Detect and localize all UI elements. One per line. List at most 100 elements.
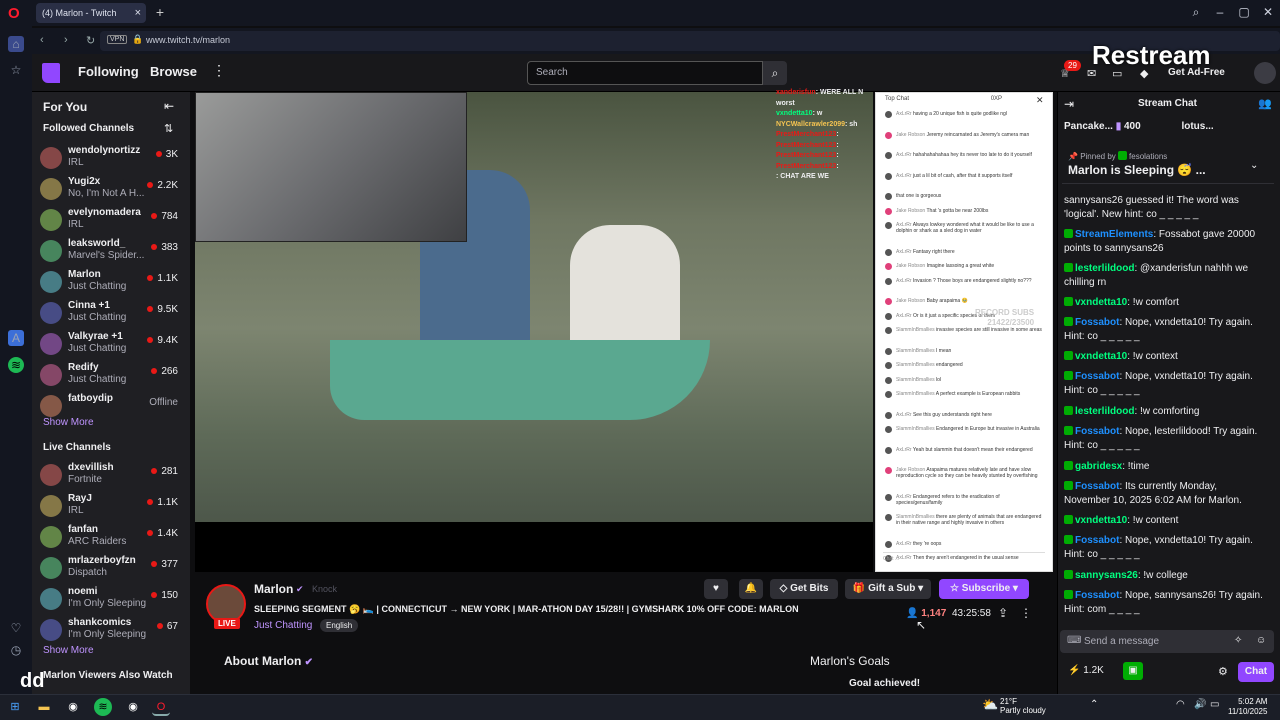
chat-username[interactable]: Fossabot [1075, 481, 1119, 492]
browser-tab[interactable]: (4) Marlon - Twitch × [36, 3, 146, 23]
chat-username[interactable]: Fossabot [1075, 535, 1119, 546]
get-ad-free-button[interactable]: Get Ad-Free [1168, 67, 1225, 78]
notification-bell-icon[interactable]: 🔔 [739, 579, 763, 599]
taskbar-clock[interactable]: 5:02 AM 11/10/2025 [1228, 697, 1267, 717]
nav-following[interactable]: Following [78, 64, 139, 79]
sidebar-channel[interactable]: dxevillish Fortnite 281 [40, 462, 186, 493]
aria-icon[interactable]: A [8, 330, 24, 346]
show-more-followed[interactable]: Show More [43, 417, 94, 428]
search-icon[interactable]: ⌕ [763, 61, 787, 85]
chevron-down-icon[interactable]: ⌄ [1250, 160, 1258, 171]
wifi-icon[interactable]: ◠ [1176, 699, 1185, 710]
sidebar-channel[interactable]: RayJ IRL 1.1K [40, 493, 186, 524]
sidebar-channel[interactable]: wendolynortizz IRL 3K [40, 145, 186, 176]
windows-start-icon[interactable]: ⊞ [6, 698, 24, 716]
sidebar-channel[interactable]: Redify Just Chatting 266 [40, 362, 186, 393]
tray-expand-icon[interactable]: ⌃ [1090, 699, 1098, 710]
sidebar-channel[interactable]: Cinna +1 Just Chatting 9.5K [40, 300, 186, 331]
chat-send-button[interactable]: Chat [1238, 662, 1274, 682]
language-tag[interactable]: English [320, 619, 359, 632]
emote-icon[interactable]: ☺ [1256, 635, 1266, 646]
volume-icon[interactable]: 🔊 [1194, 699, 1206, 710]
back-icon[interactable]: ‹ [40, 34, 44, 46]
url-text[interactable]: www.twitch.tv/marlon [146, 35, 230, 45]
close-window-icon[interactable]: ✕ [1260, 5, 1276, 19]
sort-icon[interactable]: ⇅ [164, 122, 173, 135]
search-tabs-icon[interactable]: ⌕ [1188, 5, 1204, 20]
chat-username[interactable]: Fossabot [1075, 371, 1119, 382]
battery-icon[interactable]: ▭ [1210, 699, 1219, 710]
get-bits-button[interactable]: ◇ Get Bits [770, 579, 838, 599]
chrome-icon[interactable]: ◉ [64, 698, 82, 716]
points-reward-icon[interactable]: ▣ [1123, 662, 1143, 680]
search-input[interactable]: Search [527, 61, 763, 85]
vpn-badge[interactable]: VPN [107, 35, 128, 44]
collapse-sidebar-icon[interactable]: ⇤ [164, 99, 174, 113]
chrome-alt-icon[interactable]: ◉ [124, 698, 142, 716]
whispers-icon[interactable]: ▭ [1112, 67, 1122, 80]
maximize-icon[interactable]: ▢ [1236, 5, 1252, 19]
opera-taskbar-icon[interactable]: O [152, 698, 170, 716]
popout-chat-avatar [885, 411, 892, 419]
chat-username[interactable]: Fossabot [1075, 590, 1119, 601]
subscribe-button[interactable]: ☆ Subscribe ▾ [939, 579, 1029, 599]
channel-name[interactable]: Marlon [254, 582, 293, 596]
share-icon[interactable]: ⇪ [998, 606, 1008, 620]
spotify-taskbar-icon[interactable]: ≋ [94, 698, 112, 716]
file-explorer-icon[interactable]: ▬ [35, 698, 53, 716]
sidebar-channel[interactable]: fanfan ARC Raiders 1.4K [40, 524, 186, 555]
channel-points[interactable]: ⚡ 1.2K [1068, 665, 1104, 676]
weather-widget[interactable]: 21°F Partly cloudy [1000, 697, 1046, 715]
inbox-icon[interactable]: ✉ [1087, 67, 1096, 80]
bits-chat-icon[interactable]: ✧ [1234, 635, 1242, 646]
hype-leaderboard[interactable]: Pancake... ▮ 400 lotus... [1064, 121, 1214, 132]
sidebar-channel[interactable]: Yugi2x No, I'm Not A H... 2.2K [40, 176, 186, 207]
reload-icon[interactable]: ↻ [86, 34, 95, 47]
sidebar-channel[interactable]: shankcomics I'm Only Sleeping 67 [40, 617, 186, 648]
heart-icon[interactable]: ♡ [8, 620, 24, 636]
sidebar-channel[interactable]: leaksworld_ Marvel's Spider... 383 [40, 238, 186, 269]
chat-username[interactable]: StreamElements [1075, 229, 1153, 240]
chat-username[interactable]: vxndetta10 [1075, 515, 1127, 526]
star-icon[interactable]: ☆ [8, 62, 24, 78]
overlay-chat-line: PrestMerchant123: [776, 162, 886, 173]
show-more-live[interactable]: Show More [43, 645, 94, 656]
sidebar-channel[interactable]: noemi I'm Only Sleeping 150 [40, 586, 186, 617]
popout-chat-avatar [885, 391, 892, 398]
forward-icon[interactable]: › [64, 34, 68, 46]
chat-username[interactable]: Fossabot [1075, 317, 1119, 328]
stream-category[interactable]: Just Chatting [254, 620, 312, 631]
tab-close-icon[interactable]: × [135, 3, 141, 23]
chat-username[interactable]: lesterlildood [1075, 263, 1134, 274]
chat-settings-left-icon[interactable]: ⌨ [1067, 635, 1081, 646]
bits-icon[interactable]: ◆ [1140, 67, 1148, 80]
twitch-logo-icon[interactable] [42, 63, 60, 83]
nav-browse[interactable]: Browse [150, 64, 197, 79]
follow-heart-icon[interactable]: ♥ [704, 579, 728, 599]
chat-username[interactable]: Fossabot [1075, 426, 1119, 437]
gift-sub-button[interactable]: 🎁 Gift a Sub ▾ [845, 579, 931, 599]
chat-username[interactable]: lesterlildood [1075, 406, 1134, 417]
chat-username[interactable]: vxndetta10 [1075, 297, 1127, 308]
chat-username[interactable]: gabridesx [1075, 461, 1122, 472]
chat-username[interactable]: vxndetta10 [1075, 351, 1127, 362]
knock-button[interactable]: Knock [312, 584, 337, 594]
more-options-icon[interactable]: ⋮ [212, 62, 226, 79]
sidebar-channel[interactable]: Marlon Just Chatting 1.1K [40, 269, 186, 300]
minimize-icon[interactable]: – [1212, 5, 1228, 19]
history-icon[interactable]: ◷ [8, 642, 24, 658]
spotify-icon[interactable]: ≋ [8, 357, 24, 373]
sidebar-channel[interactable]: evelynomadera IRL 784 [40, 207, 186, 238]
sidebar-channel[interactable]: Valkyrae +1 Just Chatting 9.4K [40, 331, 186, 362]
collapse-chat-icon[interactable]: ⇥ [1064, 97, 1074, 111]
chat-username[interactable]: sannysans26 [1075, 570, 1138, 581]
sidebar-channel[interactable]: mrlazerboyfzn Dispatch 377 [40, 555, 186, 586]
chat-settings-icon[interactable]: ⚙ [1218, 665, 1228, 678]
new-tab-button[interactable]: + [152, 4, 168, 20]
more-actions-icon[interactable]: ⋮ [1020, 606, 1032, 620]
home-icon[interactable]: ⌂ [8, 36, 24, 52]
opera-logo-icon[interactable]: O [8, 6, 24, 22]
community-icon[interactable]: 👥 [1258, 97, 1272, 110]
user-avatar[interactable] [1254, 62, 1276, 84]
channel-avatar [40, 395, 62, 417]
